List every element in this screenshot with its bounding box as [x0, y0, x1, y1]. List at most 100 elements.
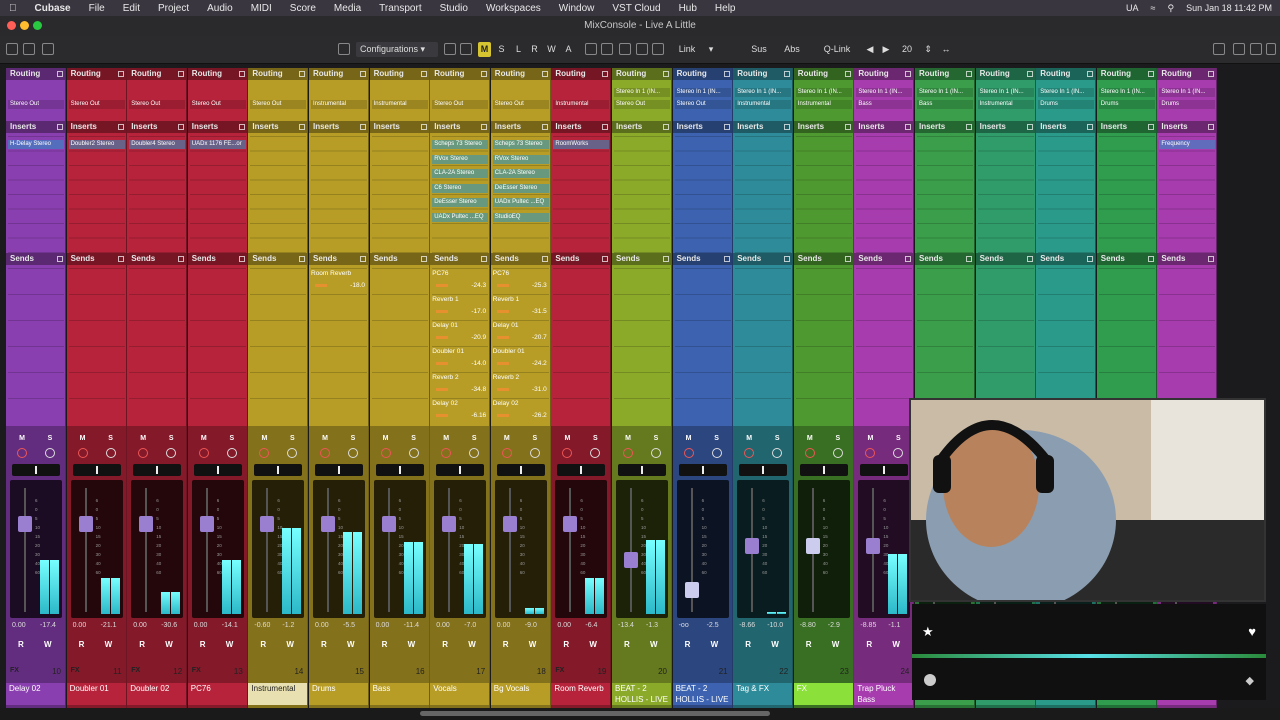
fader-handle[interactable] — [805, 537, 820, 554]
sends-bypass-icon[interactable] — [844, 256, 851, 262]
fader-handle[interactable] — [866, 537, 881, 554]
output-routing[interactable]: Drums — [1098, 100, 1155, 109]
inserts-header[interactable]: Inserts — [66, 121, 126, 133]
next-bank-icon[interactable]: ▶ — [880, 42, 892, 57]
send-slots[interactable] — [250, 268, 307, 424]
volume-value[interactable]: -13.4 — [618, 622, 634, 629]
output-routing[interactable]: Drums — [1038, 100, 1095, 109]
routing-header[interactable]: Routing — [66, 68, 126, 80]
mute-button[interactable]: M — [744, 434, 754, 444]
pan-control[interactable] — [860, 464, 909, 476]
inserts-bypass-icon[interactable] — [117, 124, 124, 130]
channel-name[interactable]: FX — [793, 683, 853, 705]
send-slot[interactable]: Delay 02 -26.2 — [493, 400, 549, 425]
output-routing[interactable]: Drums — [1159, 100, 1216, 109]
sends-header[interactable]: Sends — [1157, 253, 1217, 265]
routing-icon[interactable] — [238, 71, 245, 77]
volume-fader-track[interactable]: 605101520304060 — [858, 480, 911, 618]
output-routing[interactable]: Bass — [856, 100, 913, 109]
clock[interactable]: Sun Jan 18 11:42 PM — [1186, 3, 1272, 13]
monitor-button[interactable] — [804, 448, 815, 458]
rack-view-icon[interactable] — [652, 43, 664, 55]
solo-button[interactable]: S — [590, 434, 600, 444]
sends-header[interactable]: Sends — [66, 253, 126, 265]
peak-value[interactable]: -14.1 — [222, 622, 238, 629]
sends-header[interactable]: Sends — [612, 253, 671, 265]
channel-name[interactable]: Room Reverb — [551, 683, 611, 705]
fader-handle[interactable] — [18, 515, 32, 532]
pan-control[interactable] — [618, 464, 666, 476]
input-routing[interactable]: Stereo In 1 (IN... — [735, 88, 792, 97]
sends-header[interactable]: Sends — [1096, 253, 1156, 265]
menu-media[interactable]: Media — [325, 3, 370, 14]
minimize-window-button[interactable] — [20, 21, 29, 30]
routing-header[interactable]: Routing — [915, 68, 974, 80]
sends-bypass-icon[interactable] — [299, 256, 306, 262]
sends-header[interactable]: Sends — [490, 253, 550, 265]
sends-bypass-icon[interactable] — [723, 256, 730, 262]
inserts-header[interactable]: Inserts — [369, 121, 429, 133]
volume-fader-track[interactable]: 605101520304060 — [616, 480, 668, 618]
fader-handle[interactable] — [624, 551, 638, 568]
send-slots[interactable] — [674, 268, 731, 424]
solo-button[interactable]: S — [772, 434, 782, 444]
right-zone-icon[interactable] — [1250, 43, 1262, 55]
send-slots[interactable] — [553, 268, 610, 424]
eq-view-icon[interactable] — [585, 43, 597, 55]
routing-header[interactable]: Routing — [187, 68, 247, 80]
send-slot[interactable]: Reverb 2 -34.8 — [432, 374, 488, 399]
window-layout-icon[interactable] — [42, 43, 54, 55]
write-automation-button[interactable]: W — [892, 640, 900, 649]
solo-button[interactable]: S — [833, 434, 843, 444]
insert-slots[interactable] — [250, 136, 307, 254]
send-slot[interactable]: Reverb 1 -31.5 — [493, 296, 549, 321]
insert-plugin[interactable]: StudioEQ — [492, 213, 549, 222]
gear-icon[interactable] — [1213, 43, 1225, 55]
sends-header[interactable]: Sends — [551, 253, 611, 265]
inserts-bypass-icon[interactable] — [238, 124, 245, 130]
output-routing[interactable]: Stereo Out — [492, 100, 549, 109]
routing-icon[interactable] — [360, 71, 366, 77]
insert-plugin[interactable]: Doubler2 Stereo — [68, 140, 125, 149]
channel-name[interactable]: PC76 — [187, 683, 247, 705]
send-slots[interactable] — [189, 268, 246, 424]
inserts-bypass-icon[interactable] — [541, 124, 548, 130]
monitor-button[interactable] — [77, 448, 88, 458]
redo-icon[interactable] — [23, 43, 35, 55]
send-level-bar[interactable] — [436, 388, 449, 391]
send-slots[interactable] — [614, 268, 670, 424]
volume-fader-track[interactable]: 605101520304060 — [373, 480, 426, 618]
mute-button[interactable]: M — [381, 434, 391, 444]
volume-value[interactable]: -0.60 — [254, 622, 270, 629]
insert-slots[interactable] — [1038, 136, 1095, 254]
channel-name[interactable]: Instrumental — [248, 683, 308, 705]
inserts-header[interactable]: Inserts — [733, 121, 793, 133]
menu-app-name[interactable]: Cubase — [26, 3, 80, 14]
menu-score[interactable]: Score — [281, 3, 325, 14]
channel-name[interactable]: Vocals — [430, 683, 490, 705]
channel-name[interactable]: Doubler 01 — [66, 683, 126, 705]
output-routing[interactable]: Stereo Out — [189, 100, 246, 109]
menu-audio[interactable]: Audio — [198, 3, 242, 14]
routing-header[interactable]: Routing — [1036, 68, 1096, 80]
sends-bypass-icon[interactable] — [784, 256, 791, 262]
sends-header[interactable]: Sends — [369, 253, 429, 265]
sends-header[interactable]: Sends — [1036, 253, 1096, 265]
menu-transport[interactable]: Transport — [370, 3, 430, 14]
inserts-header[interactable]: Inserts — [1096, 121, 1156, 133]
apple-icon[interactable]:  — [0, 3, 26, 14]
fader-handle[interactable] — [199, 515, 214, 532]
send-level-bar[interactable] — [496, 284, 509, 287]
insert-slots[interactable] — [553, 136, 610, 254]
output-routing[interactable]: Instrumental — [311, 100, 367, 109]
insert-plugin[interactable]: CLA-2A Stereo — [432, 169, 489, 179]
solo-button[interactable]: S — [712, 434, 722, 444]
monitor-button[interactable] — [320, 448, 330, 458]
automation-button[interactable]: A — [562, 42, 575, 57]
read-automation-button[interactable]: R — [503, 640, 509, 649]
routing-header[interactable]: Routing — [793, 68, 853, 80]
mute-button[interactable]: M — [441, 434, 451, 444]
mute-button[interactable]: M — [320, 434, 330, 444]
edit-button[interactable] — [711, 448, 722, 458]
write-automation-button[interactable]: W — [468, 640, 476, 649]
